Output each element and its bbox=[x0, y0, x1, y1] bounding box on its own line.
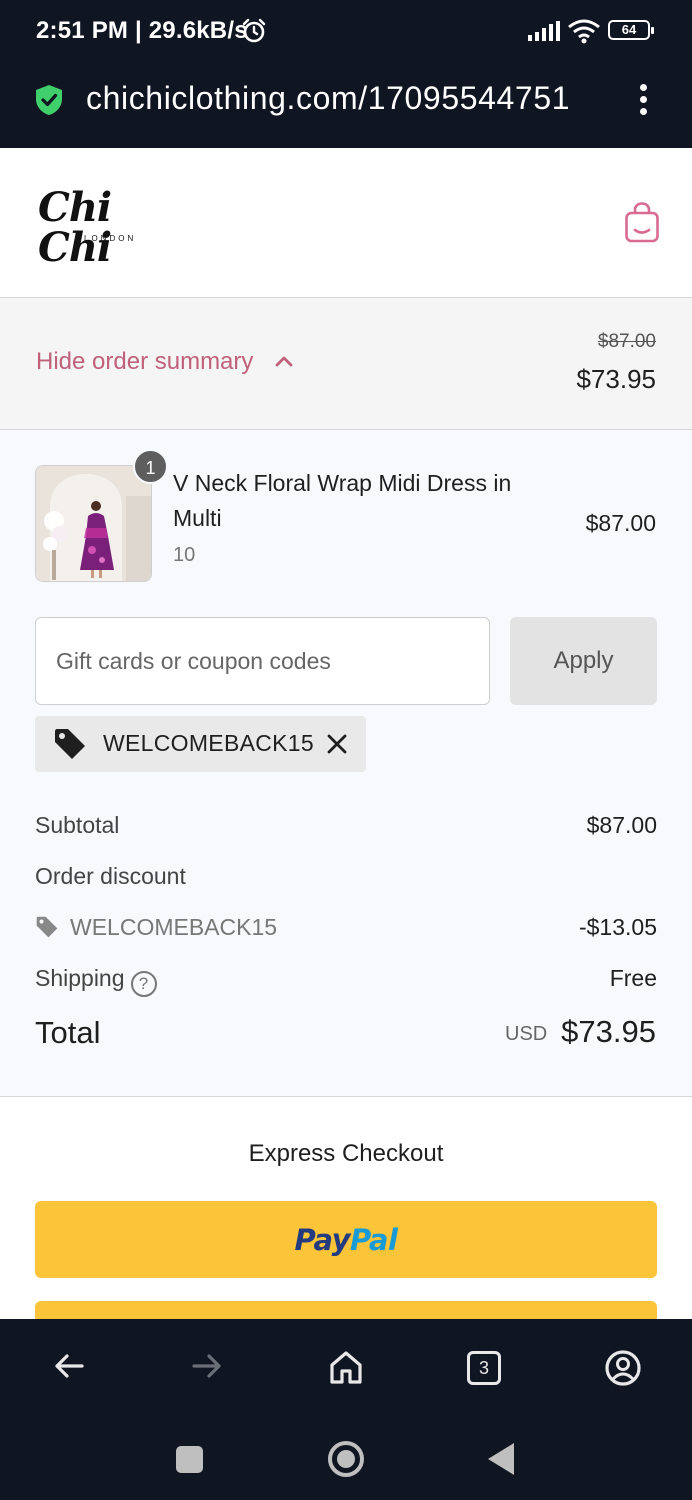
alarm-icon bbox=[241, 18, 267, 49]
help-icon[interactable]: ? bbox=[130, 971, 157, 997]
order-summary: 1 V Neck Floral Wrap Midi Dress in Multi… bbox=[0, 430, 692, 1097]
forward-arrow-icon[interactable] bbox=[190, 1349, 224, 1388]
total-value: $73.95 bbox=[561, 1014, 656, 1049]
browser-menu-icon[interactable] bbox=[636, 84, 650, 118]
product-variant: 10 bbox=[173, 544, 196, 566]
applied-coupon-chip: WELCOMEBACK15 bbox=[35, 716, 366, 772]
home-circle-icon[interactable] bbox=[328, 1441, 364, 1477]
home-icon[interactable] bbox=[329, 1349, 363, 1390]
recent-apps-icon[interactable] bbox=[176, 1446, 203, 1473]
battery-indicator: 64 bbox=[608, 20, 654, 40]
paypal-logo-pay: Pay bbox=[294, 1222, 351, 1257]
shipping-label: Shipping bbox=[35, 965, 125, 991]
hide-order-summary-label[interactable]: Hide order summary bbox=[36, 348, 253, 376]
discount-tag-icon bbox=[35, 916, 59, 944]
status-bar: 2:51 PM | 29.6kB/s 64 bbox=[0, 0, 692, 62]
logo-subtext: LONDON bbox=[84, 234, 137, 243]
total-currency: USD bbox=[505, 1023, 548, 1045]
shipping-row: Shipping? Free bbox=[35, 965, 657, 997]
subtotal-row: Subtotal $87.00 bbox=[35, 812, 657, 839]
logo-script-text: Chi Chi bbox=[38, 184, 112, 271]
order-summary-toggle[interactable]: Hide order summary $87.00 $73.95 bbox=[0, 298, 692, 430]
quantity-badge: 1 bbox=[133, 449, 168, 484]
discount-code-row: WELCOMEBACK15 -$13.05 bbox=[35, 914, 657, 944]
signal-icon bbox=[528, 21, 562, 46]
express-checkout-section: Express Checkout PayPal bbox=[0, 1097, 692, 1319]
total-label: Total bbox=[35, 1015, 101, 1050]
original-price: $87.00 bbox=[597, 331, 656, 352]
paypal-logo-pal: Pal bbox=[350, 1222, 398, 1257]
applied-coupon-code: WELCOMEBACK15 bbox=[103, 730, 314, 756]
wifi-icon bbox=[567, 18, 601, 49]
product-thumbnail bbox=[35, 465, 152, 582]
browser-bottom-nav: 3 bbox=[0, 1319, 692, 1413]
chevron-up-icon[interactable] bbox=[274, 354, 294, 373]
secure-shield-icon[interactable] bbox=[35, 84, 63, 121]
discount-value: -$13.05 bbox=[578, 914, 657, 940]
system-nav-bar bbox=[0, 1413, 692, 1500]
store-header: Chi Chi LONDON bbox=[0, 148, 692, 298]
product-price: $87.00 bbox=[585, 510, 656, 536]
status-time: 2:51 PM | 29.6kB/s bbox=[36, 17, 248, 44]
order-discount-row: Order discount bbox=[35, 863, 657, 890]
store-logo[interactable]: Chi Chi LONDON bbox=[38, 188, 188, 268]
subtotal-value: $87.00 bbox=[586, 812, 657, 838]
paypal-button[interactable]: PayPal bbox=[35, 1201, 657, 1278]
back-arrow-icon[interactable] bbox=[52, 1349, 86, 1388]
discount-code: WELCOMEBACK15 bbox=[70, 914, 278, 940]
shipping-value: Free bbox=[609, 965, 657, 991]
summary-price: $73.95 bbox=[576, 364, 656, 394]
express-checkout-title: Express Checkout bbox=[248, 1140, 444, 1167]
tabs-count-button[interactable]: 3 bbox=[467, 1351, 501, 1385]
subtotal-label: Subtotal bbox=[35, 812, 120, 838]
account-icon[interactable] bbox=[604, 1349, 642, 1392]
system-back-icon[interactable] bbox=[488, 1443, 514, 1475]
url-text[interactable]: chichiclothing.com/17095544751 bbox=[86, 80, 608, 117]
product-title: V Neck Floral Wrap Midi Dress in Multi bbox=[173, 470, 512, 531]
coupon-code-input[interactable] bbox=[35, 617, 490, 705]
tag-icon bbox=[53, 728, 87, 765]
shopping-bag-icon[interactable] bbox=[624, 202, 660, 249]
order-discount-label: Order discount bbox=[35, 863, 186, 889]
second-express-button[interactable] bbox=[35, 1301, 657, 1319]
remove-coupon-icon[interactable] bbox=[325, 732, 349, 761]
browser-url-bar[interactable]: chichiclothing.com/17095544751 bbox=[0, 62, 692, 148]
apply-coupon-button[interactable]: Apply bbox=[510, 617, 657, 705]
